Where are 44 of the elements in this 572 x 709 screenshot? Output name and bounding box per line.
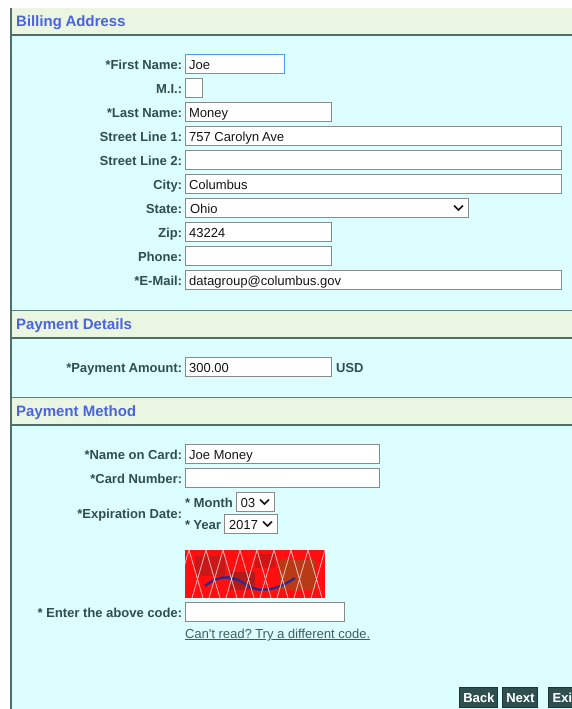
field-label: *E-Mail: (134, 272, 182, 288)
chevron-down-icon (453, 204, 464, 212)
section-title: Billing Address (16, 12, 126, 30)
input-field[interactable] (185, 150, 562, 170)
input-field[interactable] (185, 78, 203, 98)
field-label: Phone: (138, 248, 182, 264)
input-field[interactable]: 300.00 (185, 357, 332, 377)
field-label: State: (146, 200, 182, 216)
nav-button[interactable]: Next (502, 687, 538, 708)
input-field[interactable]: datagroup@columbus.gov (185, 270, 562, 290)
field-label: *Last Name: (106, 104, 182, 120)
chevron-down-icon (259, 498, 270, 506)
field-label: Zip: (158, 224, 182, 240)
input-field[interactable]: 43224 (185, 222, 332, 242)
input-field[interactable]: Joe Money (185, 444, 380, 464)
nav-button[interactable]: Exi (548, 687, 572, 708)
state-select[interactable]: Ohio (185, 198, 469, 218)
field-label: *First Name: (105, 56, 182, 72)
field-label: *Expiration Date: (77, 506, 182, 520)
chevron-down-icon (262, 520, 273, 528)
field-label: *Card Number: (90, 470, 182, 486)
different-code-link[interactable]: Can't read? Try a different code. (185, 626, 572, 641)
nav-button[interactable]: Back (459, 687, 498, 708)
input-field[interactable]: Money (185, 102, 332, 122)
dropdown[interactable]: 2017 (224, 514, 278, 534)
field-label: * Enter the above code: (38, 604, 182, 620)
field-label: *Name on Card: (84, 446, 182, 462)
section-title: Payment Method (16, 402, 136, 420)
input-field[interactable] (185, 602, 345, 622)
input-field[interactable] (185, 468, 380, 488)
field-label: * Month (185, 494, 233, 510)
input-field[interactable]: Columbus (185, 174, 562, 194)
input-field[interactable]: Joe (185, 54, 285, 74)
field-label: M.I.: (156, 80, 182, 96)
input-field[interactable] (185, 246, 332, 266)
field-label: *Payment Amount: (66, 360, 182, 374)
currency-label: USD (336, 360, 364, 374)
field-label: * Year (185, 516, 221, 532)
field-label: Street Line 2: (100, 152, 182, 168)
field-label: City: (153, 176, 182, 192)
dropdown[interactable]: 03 (236, 492, 276, 512)
input-field[interactable]: 757 Carolyn Ave (185, 126, 562, 146)
section-title: Payment Details (16, 316, 132, 332)
field-label: Street Line 1: (100, 128, 182, 144)
